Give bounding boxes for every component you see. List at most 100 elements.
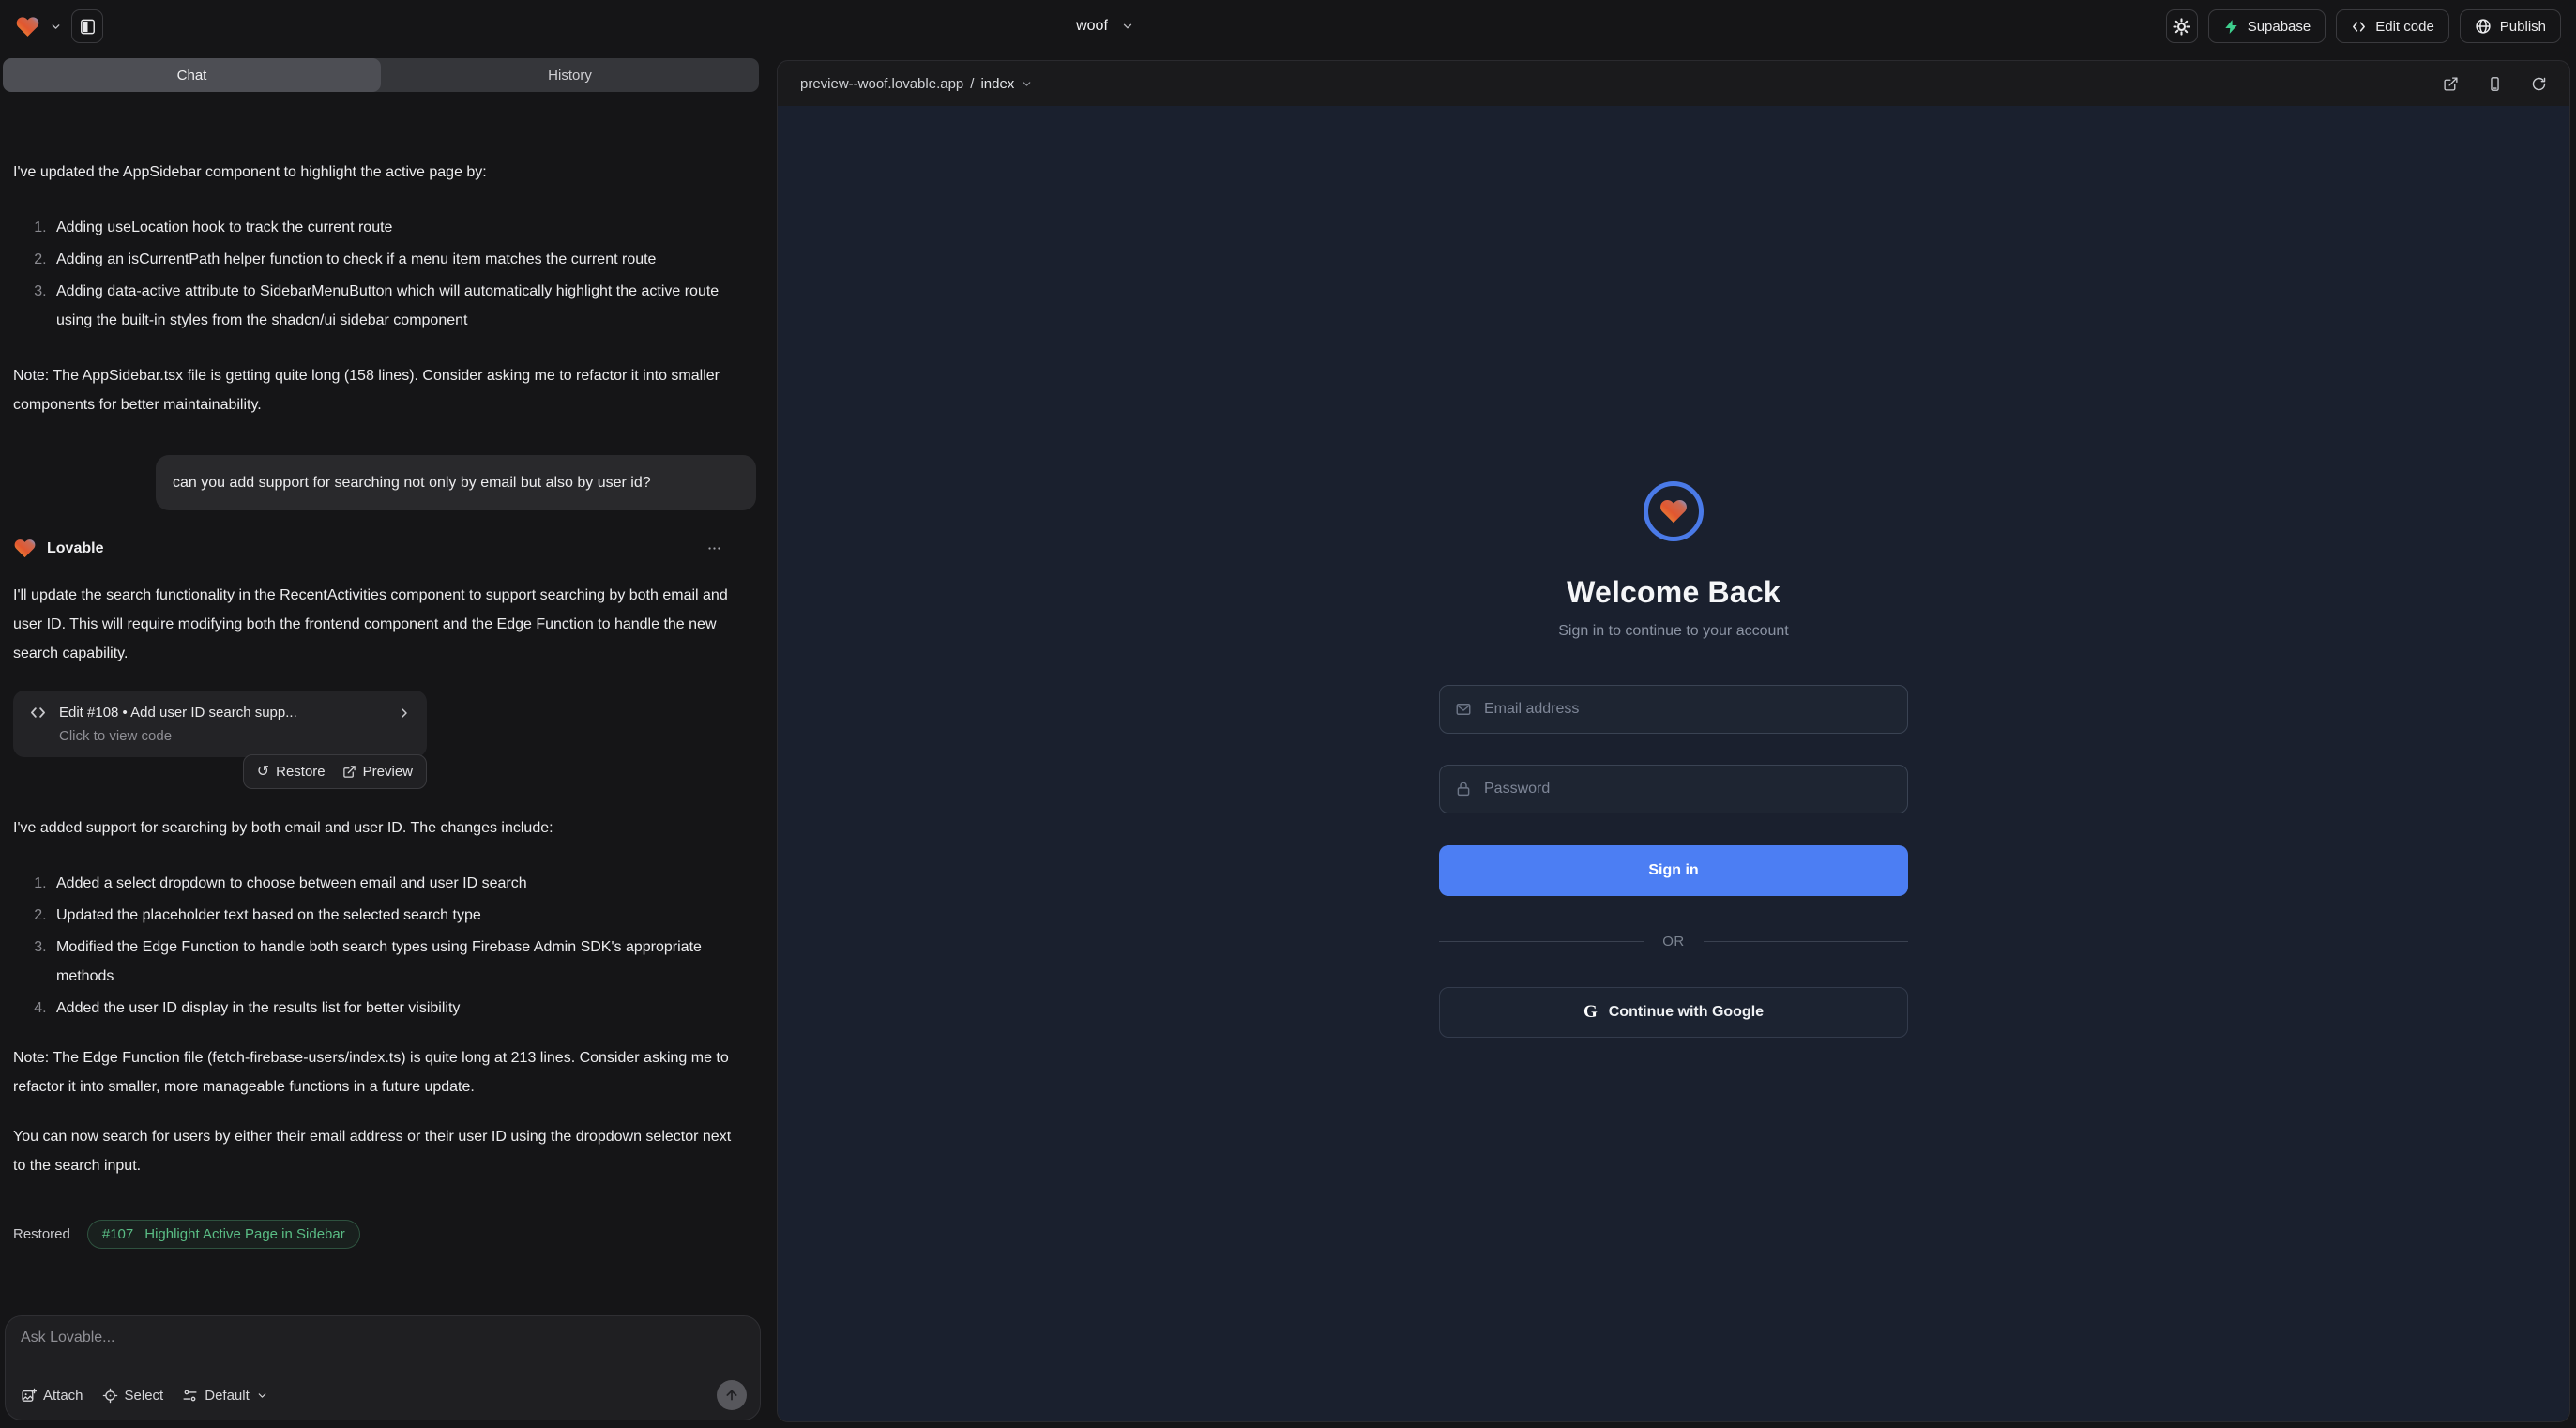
version-title: Highlight Active Page in Sidebar xyxy=(144,1226,344,1242)
assistant-message-note: Note: The Edge Function file (fetch-fire… xyxy=(13,1043,743,1101)
heart-icon xyxy=(1659,496,1689,526)
or-label: OR xyxy=(1662,934,1685,949)
external-link-icon xyxy=(342,765,356,779)
preview-url-breadcrumb[interactable]: preview--woof.lovable.app / index xyxy=(800,76,1033,92)
project-chevron-down-icon xyxy=(1121,20,1134,33)
refresh-icon[interactable] xyxy=(2531,76,2547,92)
preview-domain: preview--woof.lovable.app xyxy=(800,76,963,92)
assistant-header: Lovable xyxy=(13,537,743,560)
signin-form: Welcome Back Sign in to continue to your… xyxy=(1439,106,1908,1038)
chat-input[interactable] xyxy=(21,1329,745,1361)
app-logo xyxy=(1644,481,1704,541)
user-message-text: can you add support for searching not on… xyxy=(173,468,679,497)
list-item: Added a select dropdown to choose betwee… xyxy=(51,869,743,898)
preview-header: preview--woof.lovable.app / index xyxy=(778,61,2569,106)
user-message-bubble: can you add support for searching not on… xyxy=(156,455,756,510)
workspace-chevron-down-icon[interactable] xyxy=(50,21,62,33)
lock-icon xyxy=(1455,781,1472,798)
code-icon xyxy=(28,703,48,722)
email-field[interactable] xyxy=(1484,701,1892,718)
assistant-message-list: Adding useLocation hook to track the cur… xyxy=(51,213,743,335)
edit-card-title: Edit #108 • Add user ID search supp... xyxy=(59,705,386,721)
chat-history-tabbar: Chat History xyxy=(3,58,759,92)
chat-composer: Attach Select Default xyxy=(5,1315,761,1420)
mobile-view-icon[interactable] xyxy=(2487,76,2503,92)
toggle-sidebar-button[interactable] xyxy=(71,9,103,43)
supabase-button[interactable]: Supabase xyxy=(2208,9,2326,43)
project-name: woof xyxy=(1076,18,1108,35)
lovable-heart-logo[interactable] xyxy=(15,14,40,39)
chat-mode-dropdown[interactable]: Default xyxy=(182,1388,268,1404)
assistant-message-summary: I've added support for searching by both… xyxy=(13,813,743,843)
preview-viewport: Welcome Back Sign in to continue to your… xyxy=(778,106,2569,1421)
edit-card-subtitle: Click to view code xyxy=(59,728,412,744)
breadcrumb-separator: / xyxy=(970,76,974,92)
publish-button[interactable]: Publish xyxy=(2460,9,2561,43)
attach-button[interactable]: Attach xyxy=(21,1388,83,1404)
chevron-right-icon xyxy=(397,706,412,721)
code-icon xyxy=(2351,19,2367,35)
settings-button[interactable] xyxy=(2166,9,2198,43)
assistant-message-intro: I'll update the search functionality in … xyxy=(13,581,743,668)
message-more-options-icon[interactable] xyxy=(706,540,722,556)
select-target-icon xyxy=(102,1388,118,1404)
restore-icon: ↺ xyxy=(257,765,269,780)
mail-icon xyxy=(1455,701,1472,718)
restored-version-pill[interactable]: #107 Highlight Active Page in Sidebar xyxy=(87,1220,360,1249)
send-message-button[interactable] xyxy=(717,1380,747,1410)
or-divider: OR xyxy=(1439,934,1908,949)
assistant-message-intro: I've updated the AppSidebar component to… xyxy=(13,158,743,187)
restored-row: Restored #107 Highlight Active Page in S… xyxy=(13,1220,743,1249)
gear-icon xyxy=(2173,18,2190,36)
google-g-icon: G xyxy=(1583,1002,1598,1023)
edit-code-label: Edit code xyxy=(2375,19,2434,35)
list-item: Adding an isCurrentPath helper function … xyxy=(51,245,743,274)
project-switcher[interactable]: woof xyxy=(1030,0,1180,53)
preview-panel: preview--woof.lovable.app / index xyxy=(777,60,2570,1422)
list-item: Adding data-active attribute to SidebarM… xyxy=(51,277,743,335)
email-field-wrap xyxy=(1439,685,1908,734)
publish-label: Publish xyxy=(2500,19,2546,35)
list-item: Modified the Edge Function to handle bot… xyxy=(51,933,743,991)
select-button[interactable]: Select xyxy=(102,1388,164,1404)
restore-label: Restore xyxy=(276,764,326,780)
attach-image-icon xyxy=(21,1388,37,1404)
continue-with-google-button[interactable]: G Continue with Google xyxy=(1439,987,1908,1038)
signin-subtitle: Sign in to continue to your account xyxy=(1558,623,1789,640)
edit-version-card[interactable]: Edit #108 • Add user ID search supp... C… xyxy=(13,691,427,757)
edit-card-toolbar: ↺ Restore Preview xyxy=(243,754,427,789)
chat-mode-label: Default xyxy=(205,1388,250,1404)
tab-chat[interactable]: Chat xyxy=(3,58,381,92)
preview-path: index xyxy=(980,76,1014,92)
arrow-up-icon xyxy=(724,1388,739,1403)
restored-label: Restored xyxy=(13,1226,70,1242)
attach-label: Attach xyxy=(43,1388,83,1404)
sidebar-panel-icon xyxy=(79,18,97,36)
google-button-label: Continue with Google xyxy=(1609,1004,1764,1021)
tab-history[interactable]: History xyxy=(381,58,759,92)
sign-in-button[interactable]: Sign in xyxy=(1439,845,1908,896)
password-field[interactable] xyxy=(1484,781,1892,798)
version-number: #107 xyxy=(102,1226,133,1242)
edit-code-button[interactable]: Edit code xyxy=(2336,9,2449,43)
sliders-icon xyxy=(182,1388,198,1404)
signin-title: Welcome Back xyxy=(1567,575,1780,610)
restore-button[interactable]: ↺ Restore xyxy=(257,764,326,780)
assistant-message-list: Added a select dropdown to choose betwee… xyxy=(51,869,743,1023)
chevron-down-icon xyxy=(1021,78,1033,90)
supabase-bolt-icon xyxy=(2223,19,2239,35)
select-label: Select xyxy=(125,1388,164,1404)
assistant-name: Lovable xyxy=(47,540,103,557)
open-in-new-tab-icon[interactable] xyxy=(2443,76,2459,92)
preview-button[interactable]: Preview xyxy=(342,764,413,780)
preview-label: Preview xyxy=(363,764,413,780)
password-field-wrap xyxy=(1439,765,1908,813)
chevron-down-icon xyxy=(256,1390,268,1402)
chat-panel: Chat History I've updated the AppSidebar… xyxy=(0,53,762,1428)
list-item: Updated the placeholder text based on th… xyxy=(51,901,743,930)
chat-message-list[interactable]: I've updated the AppSidebar component to… xyxy=(0,144,762,1312)
supabase-label: Supabase xyxy=(2248,19,2311,35)
globe-icon xyxy=(2475,18,2492,35)
assistant-message-outro: You can now search for users by either t… xyxy=(13,1122,743,1180)
lovable-avatar-heart-icon xyxy=(13,537,37,560)
